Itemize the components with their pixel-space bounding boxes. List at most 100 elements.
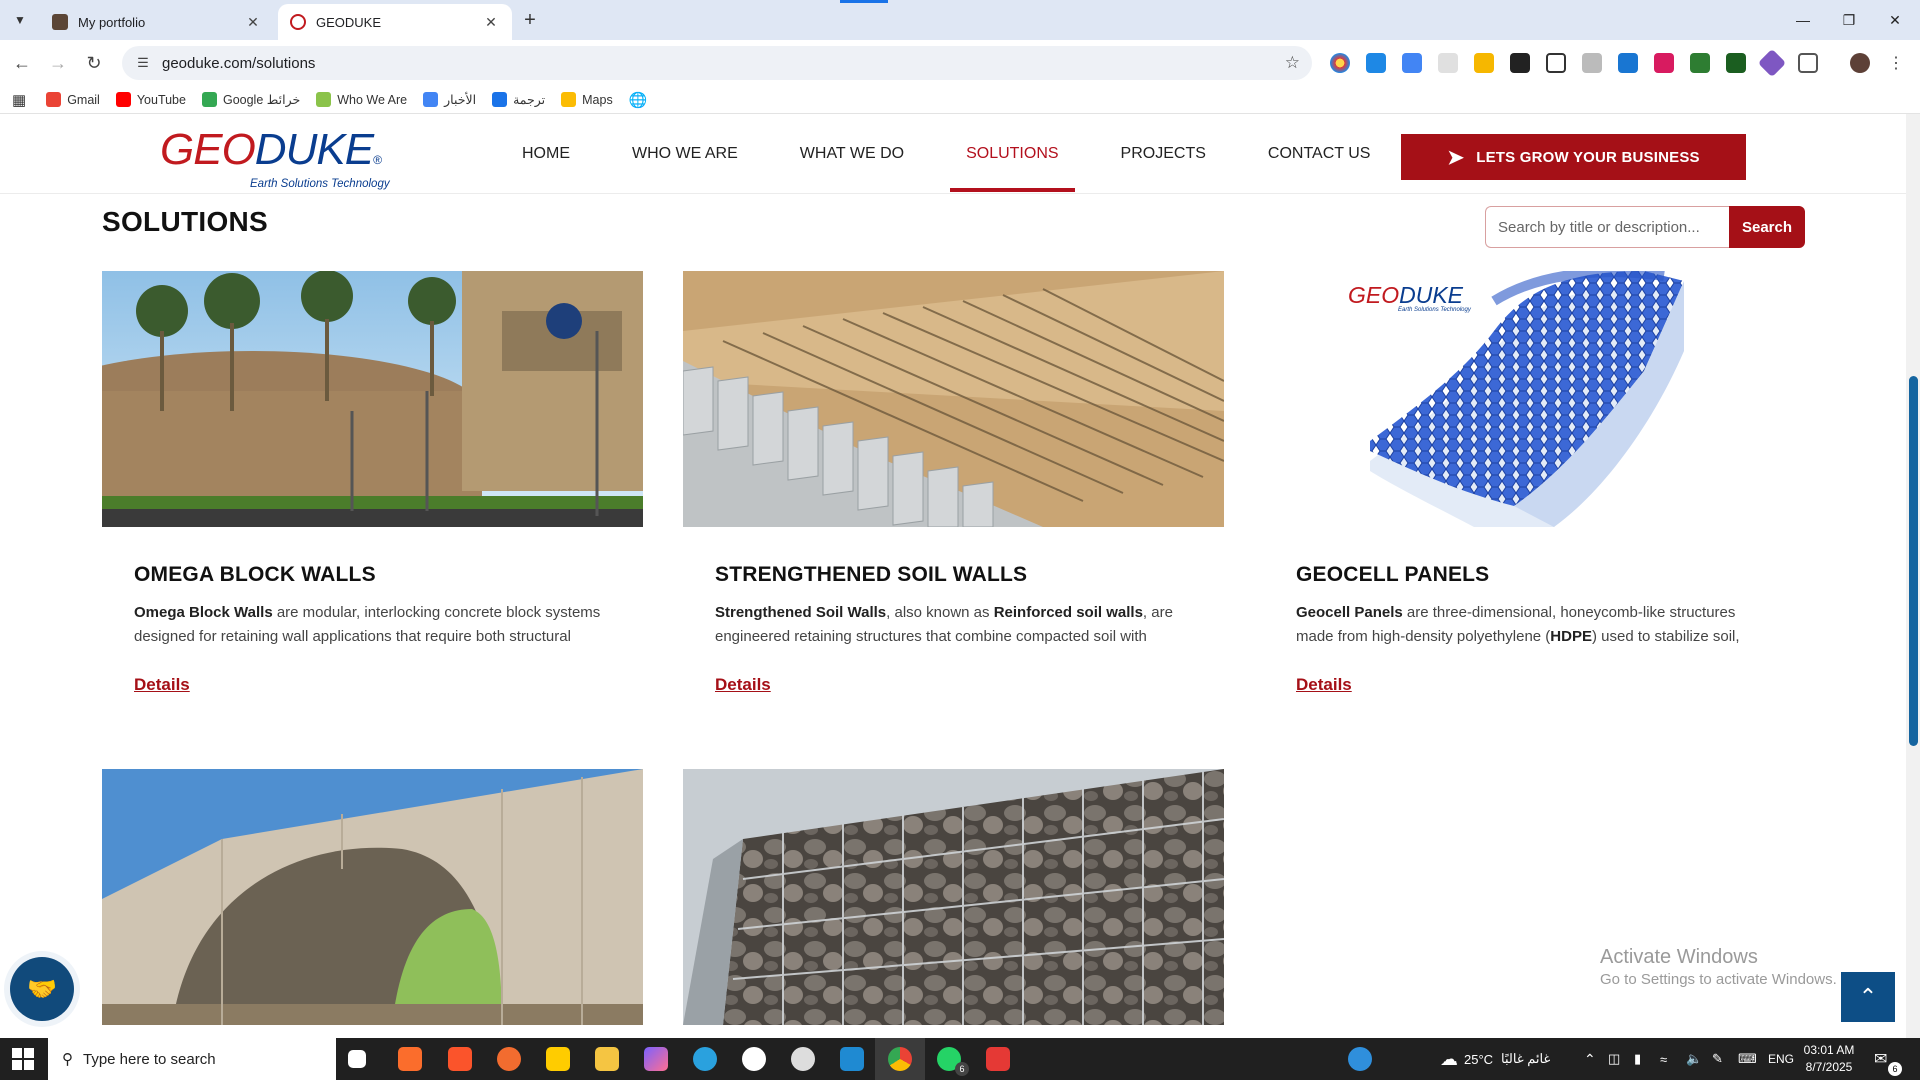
details-link[interactable]: Details xyxy=(715,675,771,695)
gabion-wall-image[interactable] xyxy=(683,769,1224,1025)
card-description: Strengthened Soil Walls, also known as R… xyxy=(715,601,1192,649)
tray-chevron-up-icon[interactable]: ⌃ xyxy=(1584,1038,1596,1080)
bookmark-google-maps-ar[interactable]: Google خرائط xyxy=(201,92,300,107)
nav-projects[interactable]: PROJECTS xyxy=(1105,114,1222,194)
forward-arrow-icon[interactable]: → xyxy=(46,51,70,75)
vscode-icon[interactable] xyxy=(840,1047,864,1071)
apps-grid-icon[interactable]: ▦ xyxy=(12,91,26,109)
extension-diamond-icon[interactable] xyxy=(1757,48,1787,78)
taskbar-search-placeholder: Type here to search xyxy=(83,1050,216,1068)
system-clock[interactable]: 03:01 AM 8/7/2025 xyxy=(1796,1042,1862,1076)
page-scrollbar[interactable] xyxy=(1906,114,1920,1038)
concrete-arch-image[interactable] xyxy=(102,769,643,1025)
copilot-icon[interactable] xyxy=(644,1047,668,1071)
bookmark-star-icon[interactable]: ☆ xyxy=(1285,53,1300,73)
whatsapp-badge: 6 xyxy=(955,1062,969,1076)
github-icon[interactable] xyxy=(742,1047,766,1071)
nav-who-we-are[interactable]: WHO WE ARE xyxy=(616,114,754,194)
back-arrow-icon[interactable]: ← xyxy=(10,51,34,75)
tray-keyboard-icon[interactable]: ⌨ xyxy=(1738,1038,1757,1080)
omega-block-wall-image[interactable] xyxy=(102,271,643,527)
extension-camera-icon[interactable] xyxy=(1582,53,1602,73)
extension-color-icon[interactable] xyxy=(1330,53,1350,73)
wps-office-icon[interactable] xyxy=(986,1047,1010,1071)
bookmark-youtube[interactable]: YouTube xyxy=(115,92,186,107)
extension-text-icon[interactable] xyxy=(1438,53,1458,73)
search-button[interactable]: Search xyxy=(1729,206,1805,248)
extension-green-download-icon[interactable] xyxy=(1690,53,1710,73)
address-bar[interactable]: ☰ geoduke.com/solutions ☆ xyxy=(122,46,1312,80)
geoduke-logo[interactable]: GEODUKE® Earth Solutions Technology xyxy=(160,128,390,191)
tray-network-icon[interactable]: ◫ xyxy=(1608,1038,1620,1080)
file-explorer-icon[interactable] xyxy=(595,1047,619,1071)
close-window-icon[interactable]: ✕ xyxy=(1872,0,1918,40)
extension-font-icon[interactable] xyxy=(1510,53,1530,73)
tray-wifi-icon[interactable]: ≈ xyxy=(1660,1038,1667,1080)
windows-start-icon[interactable] xyxy=(12,1048,34,1070)
close-tab-icon[interactable]: ✕ xyxy=(482,13,500,31)
extension-idm-icon[interactable] xyxy=(1474,53,1494,73)
bookmark-maps[interactable]: Maps xyxy=(561,92,613,107)
bookmark-translate[interactable]: ترجمة xyxy=(492,92,545,107)
task-view-icon[interactable] xyxy=(348,1050,366,1068)
tab-search-chevron-icon[interactable]: ▼ xyxy=(8,8,32,32)
weather-widget[interactable]: ☁ 25°C غائم غالبًا xyxy=(1440,1038,1550,1080)
search-input[interactable] xyxy=(1485,206,1729,248)
bookmarks-bar: ▦ Gmail YouTube Google خرائط Who We Are … xyxy=(0,86,1920,114)
sticky-notes-icon[interactable] xyxy=(546,1047,570,1071)
solution-card-omega: OMEGA BLOCK WALLS Omega Block Walls are … xyxy=(102,271,643,695)
url-text[interactable]: geoduke.com/solutions xyxy=(162,55,315,72)
restore-window-icon[interactable]: ❐ xyxy=(1826,0,1872,40)
extension-arrow-icon[interactable] xyxy=(1618,53,1638,73)
help-icon[interactable] xyxy=(1348,1047,1372,1071)
close-tab-icon[interactable]: ✕ xyxy=(244,13,262,31)
scroll-to-top-button[interactable]: ⌃ xyxy=(1841,972,1895,1022)
telegram-icon[interactable] xyxy=(693,1047,717,1071)
bookmark-who-we-are[interactable]: Who We Are xyxy=(316,92,407,107)
postman-icon[interactable] xyxy=(497,1047,521,1071)
new-tab-plus-icon[interactable]: + xyxy=(518,8,542,32)
bookmark-gmail[interactable]: Gmail xyxy=(46,92,100,107)
extension-save-icon[interactable] xyxy=(1654,53,1674,73)
browser-menu-icon[interactable]: ⋮ xyxy=(1884,51,1908,75)
weather-temp: 25°C xyxy=(1464,1051,1494,1067)
globe-icon[interactable]: 🌐 xyxy=(629,91,648,109)
language-indicator[interactable]: ENG xyxy=(1768,1038,1794,1080)
extension-download-icon[interactable] xyxy=(1366,53,1386,73)
details-link[interactable]: Details xyxy=(134,675,190,695)
notification-icon[interactable]: ✉ xyxy=(1874,1038,1887,1080)
strengthened-soil-wall-image[interactable] xyxy=(683,271,1224,527)
taskbar-search-box[interactable]: ⚲ Type here to search xyxy=(48,1038,336,1080)
handshake-chat-button[interactable]: 🤝 xyxy=(10,957,74,1021)
extensions-puzzle-icon[interactable] xyxy=(1798,53,1818,73)
site-info-icon[interactable]: ☰ xyxy=(132,55,154,71)
brave-icon[interactable] xyxy=(448,1047,472,1071)
profile-avatar[interactable] xyxy=(1850,53,1870,73)
chrome-icon[interactable] xyxy=(888,1047,912,1071)
extension-box-icon[interactable] xyxy=(1726,53,1746,73)
activate-subtitle: Go to Settings to activate Windows. xyxy=(1600,971,1837,988)
nav-contact-us[interactable]: CONTACT US xyxy=(1252,114,1387,194)
geocell-panels-image[interactable]: GEODUKE Earth Solutions Technology xyxy=(1264,271,1805,527)
bookmark-news[interactable]: الأخبار xyxy=(423,92,476,107)
minimize-window-icon[interactable]: — xyxy=(1780,0,1826,40)
reload-icon[interactable]: ↻ xyxy=(82,51,106,75)
card-desc-text: , also known as xyxy=(886,604,994,621)
details-link[interactable]: Details xyxy=(1296,675,1352,695)
tray-volume-icon[interactable]: 🔈 xyxy=(1686,1038,1702,1080)
scrollbar-thumb[interactable] xyxy=(1909,376,1918,746)
tray-battery-icon[interactable]: ▮ xyxy=(1634,1038,1641,1080)
tray-pen-icon[interactable]: ✎ xyxy=(1712,1038,1723,1080)
xampp-icon[interactable] xyxy=(398,1047,422,1071)
nav-home[interactable]: HOME xyxy=(506,114,586,194)
extension-docs-icon[interactable] xyxy=(1402,53,1422,73)
webpage: GEODUKE® Earth Solutions Technology HOME… xyxy=(0,114,1920,1038)
card-desc-bold: Strengthened Soil Walls xyxy=(715,604,887,621)
extension-image-icon[interactable] xyxy=(1546,53,1566,73)
nav-solutions[interactable]: SOLUTIONS xyxy=(950,114,1076,194)
chatgpt-icon[interactable] xyxy=(791,1047,815,1071)
nav-what-we-do[interactable]: WHAT WE DO xyxy=(784,114,920,194)
tab-geoduke[interactable]: GEODUKE ✕ xyxy=(278,4,512,40)
tab-my-portfolio[interactable]: My portfolio ✕ xyxy=(40,4,274,40)
grow-business-button[interactable]: ➤ LETS GROW YOUR BUSINESS xyxy=(1401,134,1746,180)
